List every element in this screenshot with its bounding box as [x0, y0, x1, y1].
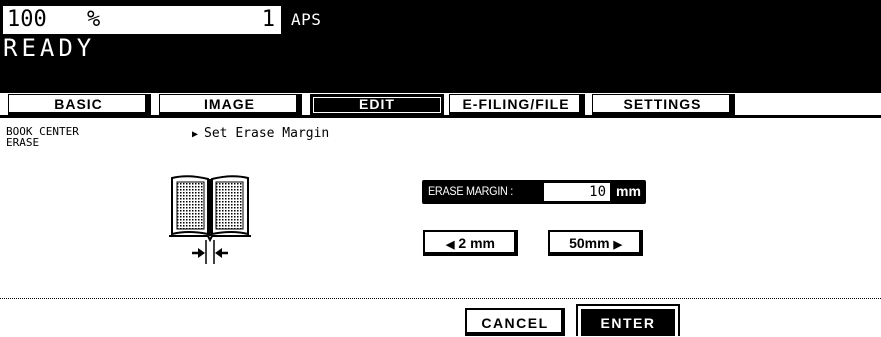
enter-button-label: ENTER — [581, 309, 675, 336]
erase-margin-label: ERASE MARGIN : — [428, 184, 514, 198]
tab-image[interactable]: IMAGE — [159, 94, 300, 116]
zoom-unit: % — [87, 7, 101, 32]
zoom-display: 100 % — [3, 6, 121, 34]
status-header: 100 % 1 APS READY — [0, 0, 881, 93]
inward-arrows-icon — [192, 248, 228, 258]
triangle-right-icon: ▶ — [192, 129, 199, 140]
open-book-icon — [169, 175, 251, 264]
tab-edit[interactable]: EDIT — [310, 94, 444, 116]
erase-margin-value: 10 — [544, 183, 610, 201]
tab-divider — [0, 115, 881, 118]
paper-mode: APS — [291, 10, 322, 29]
enter-button[interactable]: ENTER — [576, 304, 680, 336]
tab-settings-label: SETTINGS — [623, 96, 702, 112]
triangle-right-icon: ▶ — [613, 239, 622, 251]
footer-divider — [0, 298, 881, 299]
tab-edit-label: EDIT — [359, 96, 395, 112]
function-name: BOOK CENTER ERASE — [6, 126, 136, 148]
tab-image-label: IMAGE — [204, 96, 255, 112]
margin-min-label: 2 mm — [458, 235, 495, 251]
margin-max-button[interactable]: 50mm ▶ — [548, 230, 643, 256]
function-name-line2: ERASE — [6, 136, 40, 149]
triangle-left-icon: ◀ — [446, 239, 455, 251]
copy-count: 1 — [261, 7, 275, 32]
instruction: ▶ Set Erase Margin — [192, 126, 329, 141]
cancel-button[interactable]: CANCEL — [465, 308, 565, 336]
tab-basic[interactable]: BASIC — [8, 94, 149, 116]
copy-count-display: 1 — [121, 6, 284, 34]
tab-settings[interactable]: SETTINGS — [592, 94, 733, 116]
instruction-text: Set Erase Margin — [204, 126, 330, 141]
zoom-value: 100 — [7, 7, 47, 32]
erase-margin-unit: mm — [616, 183, 641, 199]
tab-e-filing[interactable]: E-FILING/FILE — [449, 94, 583, 116]
erase-margin-panel: ERASE MARGIN : 10 mm — [422, 180, 646, 204]
tab-e-filing-label: E-FILING/FILE — [462, 96, 570, 112]
margin-max-label: 50mm — [569, 235, 610, 251]
margin-min-button[interactable]: ◀ 2 mm — [423, 230, 518, 256]
machine-state: READY — [3, 34, 96, 62]
tab-basic-label: BASIC — [54, 96, 103, 112]
